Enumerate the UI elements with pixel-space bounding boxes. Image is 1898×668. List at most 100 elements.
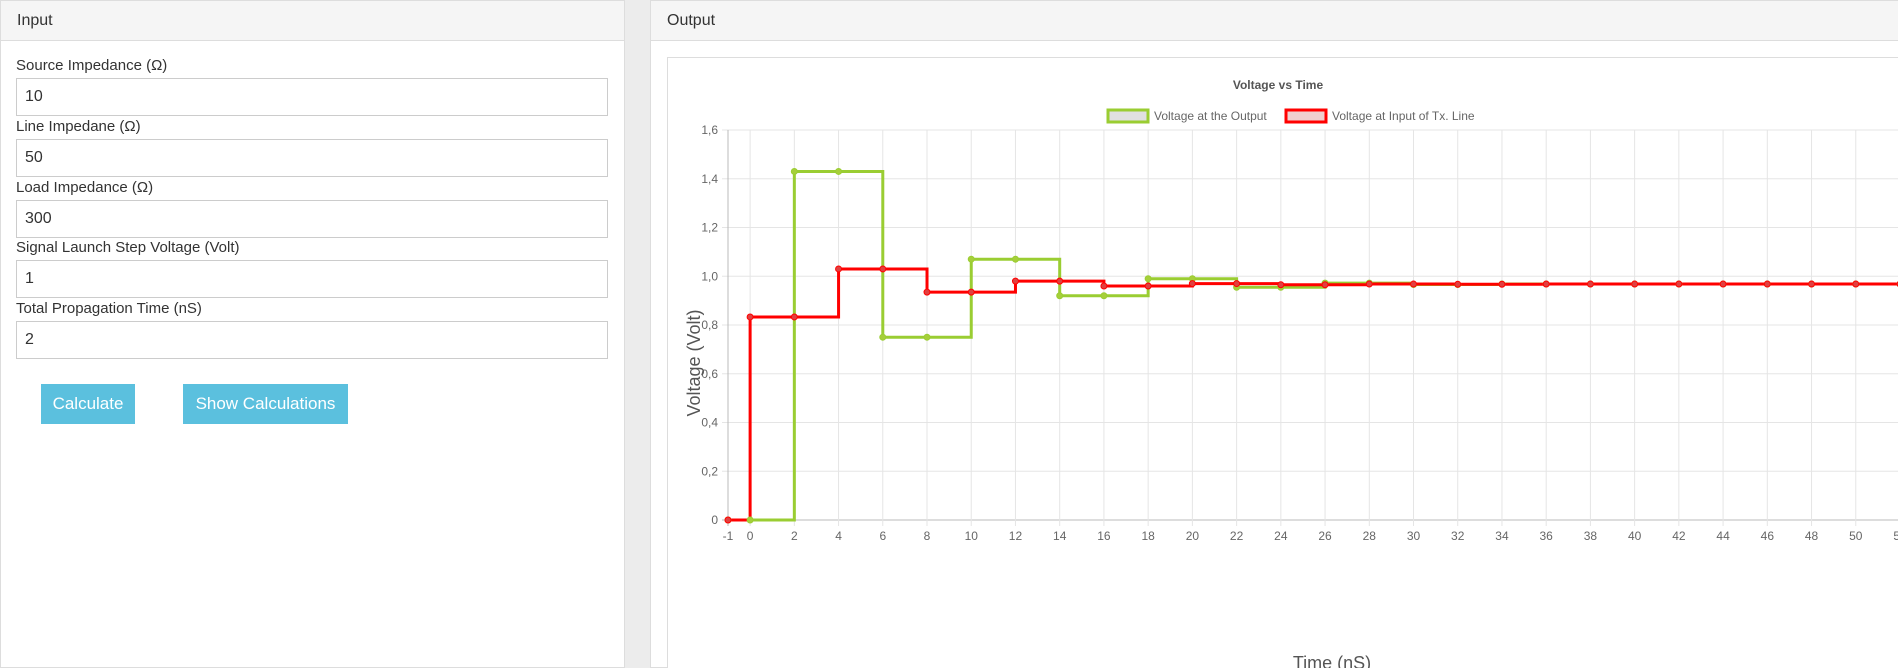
x-tick-label: 4 — [835, 529, 842, 543]
chart-grid — [722, 129, 1898, 526]
legend: Voltage at the Output Voltage at Input o… — [1106, 108, 1475, 124]
point-input — [1719, 280, 1727, 288]
point-output — [923, 333, 931, 341]
input-panel-title: Input — [1, 1, 624, 41]
x-tick-label: 18 — [1141, 529, 1155, 543]
point-input — [1144, 282, 1152, 290]
x-tick-label: 48 — [1805, 529, 1819, 543]
x-tick-label: 42 — [1672, 529, 1686, 543]
point-input — [923, 288, 931, 296]
x-tick-label: 36 — [1540, 529, 1554, 543]
x-axis-ticks: -1 0 2 4 6 8 10 12 14 16 18 20 22 24 26 28 30 32 34 36 38 40 4… — [723, 529, 1898, 543]
legend-input-swatch — [1284, 108, 1328, 124]
legend-output-label: Voltage at the Output — [1154, 109, 1267, 123]
x-tick-label: 26 — [1318, 529, 1332, 543]
y-tick-label: 0,4 — [701, 416, 718, 430]
point-input — [1763, 280, 1771, 288]
point-input — [724, 516, 732, 524]
point-input — [1011, 277, 1019, 285]
source-impedance-input[interactable] — [16, 78, 608, 116]
output-panel: Output Voltage vs Time Voltage at the Ou… — [650, 0, 1898, 668]
y-tick-label: 1,0 — [701, 269, 718, 283]
voltage-chart: Voltage vs Time Voltage at the Output Vo… — [684, 78, 1898, 668]
x-tick-label: 10 — [965, 529, 979, 543]
point-output — [1056, 292, 1064, 300]
panel-gutter — [625, 0, 650, 668]
x-tick-label: 22 — [1230, 529, 1244, 543]
propagation-time-label: Total Propagation Time (nS) — [16, 300, 202, 317]
calculate-button[interactable]: Calculate — [41, 384, 135, 424]
x-tick-label: 50 — [1849, 529, 1863, 543]
x-tick-label: 8 — [924, 529, 931, 543]
x-tick-label: 40 — [1628, 529, 1642, 543]
y-tick-label: 0 — [711, 513, 718, 527]
point-input — [1542, 280, 1550, 288]
output-panel-title: Output — [651, 1, 1898, 41]
chart-title: Voltage vs Time — [1233, 78, 1324, 92]
y-tick-label: 1,2 — [701, 221, 718, 235]
point-input — [746, 313, 754, 321]
x-tick-label: 52 — [1893, 529, 1898, 543]
point-input — [1586, 280, 1594, 288]
point-input — [879, 265, 887, 273]
x-tick-label: 24 — [1274, 529, 1288, 543]
y-tick-label: 1,6 — [701, 123, 718, 137]
point-input — [1365, 280, 1373, 288]
step-voltage-label: Signal Launch Step Voltage (Volt) — [16, 239, 240, 256]
point-output — [1100, 292, 1108, 300]
propagation-time-input[interactable] — [16, 321, 608, 359]
point-output — [1144, 275, 1152, 283]
point-input — [790, 313, 798, 321]
x-tick-label: 20 — [1186, 529, 1200, 543]
point-input — [1321, 281, 1329, 289]
point-output — [967, 255, 975, 263]
line-impedance-label: Line Impedane (Ω) — [16, 118, 141, 135]
point-input — [967, 288, 975, 296]
chart-container: Voltage vs Time Voltage at the Output Vo… — [667, 57, 1898, 668]
x-tick-label: -1 — [723, 529, 734, 543]
legend-input-label: Voltage at Input of Tx. Line — [1332, 109, 1475, 123]
point-input — [1100, 282, 1108, 290]
point-output — [1011, 255, 1019, 263]
load-impedance-input[interactable] — [16, 200, 608, 238]
step-voltage-input[interactable] — [16, 260, 608, 298]
point-input — [1056, 277, 1064, 285]
x-tick-label: 16 — [1097, 529, 1111, 543]
x-tick-label: 34 — [1495, 529, 1509, 543]
point-input — [1188, 280, 1196, 288]
x-tick-label: 38 — [1584, 529, 1598, 543]
x-axis-label: Time (nS) — [1293, 653, 1371, 668]
x-tick-label: 44 — [1716, 529, 1730, 543]
series-line-input — [728, 267, 1898, 522]
point-input — [1233, 280, 1241, 288]
point-input — [1808, 280, 1816, 288]
line-impedance-input[interactable] — [16, 139, 608, 177]
series-points — [724, 167, 1898, 524]
y-axis-label: Voltage (Volt) — [684, 309, 704, 416]
point-input — [1631, 280, 1639, 288]
x-tick-label: 30 — [1407, 529, 1421, 543]
x-tick-label: 28 — [1363, 529, 1377, 543]
point-input — [1498, 280, 1506, 288]
point-output — [879, 333, 887, 341]
show-calculations-button[interactable]: Show Calculations — [183, 384, 348, 424]
point-output — [835, 167, 843, 175]
point-input — [835, 265, 843, 273]
load-impedance-label: Load Impedance (Ω) — [16, 179, 154, 196]
y-tick-label: 1,4 — [701, 172, 718, 186]
x-tick-label: 2 — [791, 529, 798, 543]
x-tick-label: 46 — [1761, 529, 1775, 543]
point-input — [1277, 281, 1285, 289]
point-input — [1852, 280, 1860, 288]
series-line-output — [728, 169, 1898, 522]
point-input — [1675, 280, 1683, 288]
point-input — [1410, 280, 1418, 288]
point-output — [790, 167, 798, 175]
source-impedance-label: Source Impedance (Ω) — [16, 57, 168, 74]
series-lines — [728, 169, 1898, 522]
point-input — [1454, 280, 1462, 288]
x-tick-label: 12 — [1009, 529, 1023, 543]
y-tick-label: 0,2 — [701, 464, 718, 478]
x-tick-label: 6 — [879, 529, 886, 543]
x-tick-label: 14 — [1053, 529, 1067, 543]
